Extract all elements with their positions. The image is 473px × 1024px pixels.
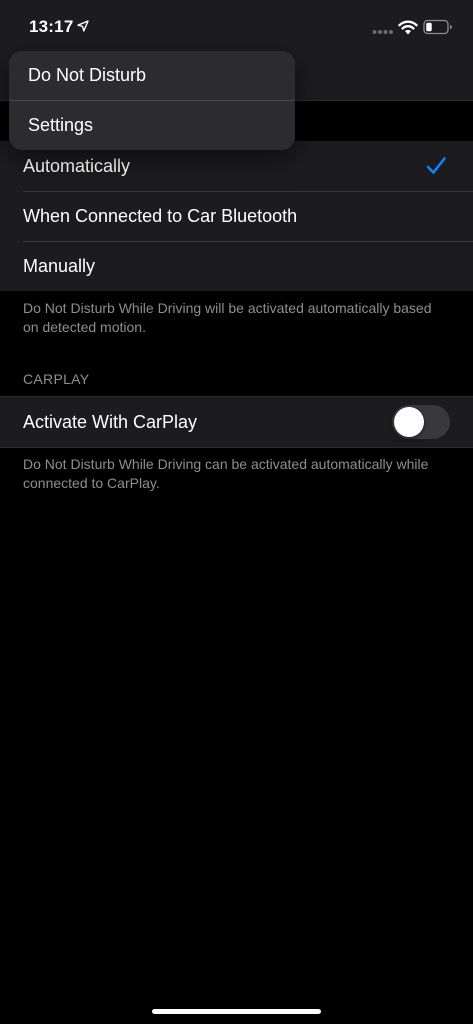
activate-with-carplay-row: Activate With CarPlay: [0, 397, 473, 447]
wifi-icon: [398, 20, 418, 35]
option-label: Automatically: [23, 155, 131, 176]
menu-item-do-not-disturb[interactable]: Do Not Disturb: [9, 51, 295, 100]
option-label: Manually: [23, 255, 96, 276]
option-label: When Connected to Car Bluetooth: [23, 205, 298, 226]
menu-item-label: Do Not Disturb: [28, 65, 147, 85]
toggle-knob: [394, 407, 424, 437]
menu-item-label: Settings: [28, 115, 94, 135]
screen: 13:17 Automatically When Connected to Ca…: [0, 0, 473, 1024]
option-car-bluetooth[interactable]: When Connected to Car Bluetooth: [0, 191, 473, 241]
menu-item-settings[interactable]: Settings: [9, 100, 295, 150]
status-bar: 13:17: [0, 0, 473, 56]
carplay-group: Activate With CarPlay: [0, 396, 473, 448]
activate-with-carplay-label: Activate With CarPlay: [23, 411, 198, 432]
checkmark-icon: [426, 157, 446, 174]
activate-with-carplay-toggle[interactable]: [392, 405, 450, 439]
battery-icon: [423, 19, 452, 35]
activate-options-group: Automatically When Connected to Car Blue…: [0, 141, 473, 291]
option-manually[interactable]: Manually: [0, 241, 473, 291]
carplay-section-header: CARPLAY: [23, 371, 90, 387]
location-arrow-icon: [77, 20, 89, 32]
home-indicator[interactable]: [152, 1009, 321, 1014]
status-time: 13:17: [29, 17, 74, 36]
activate-footer-text: Do Not Disturb While Driving will be act…: [23, 300, 432, 335]
context-menu: Do Not Disturb Settings: [9, 51, 295, 150]
carplay-footer-text: Do Not Disturb While Driving can be acti…: [23, 456, 429, 491]
cellular-signal-icon: [372, 30, 393, 34]
